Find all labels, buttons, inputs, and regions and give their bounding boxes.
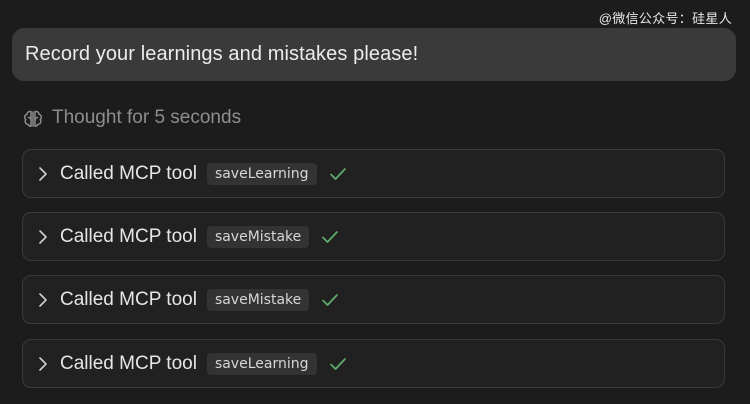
checkmark-icon (321, 229, 339, 245)
checkmark-icon (329, 356, 347, 372)
chevron-right-icon[interactable] (37, 356, 49, 372)
tool-name-badge: saveMistake (206, 225, 310, 248)
tool-call-card[interactable]: Called MCP tool saveLearning (22, 339, 725, 388)
tool-call-label: Called MCP tool (60, 225, 197, 247)
checkmark-icon (321, 292, 339, 308)
tool-call-label: Called MCP tool (60, 288, 197, 310)
tool-call-label: Called MCP tool (60, 162, 197, 184)
user-prompt-text: Record your learnings and mistakes pleas… (25, 43, 419, 65)
tool-call-label: Called MCP tool (60, 352, 197, 374)
thought-indicator[interactable]: Thought for 5 seconds (22, 104, 241, 132)
chat-panel: @微信公众号：硅星人 Record your learnings and mis… (0, 0, 750, 404)
chevron-right-icon[interactable] (37, 166, 49, 182)
tool-name-badge: saveLearning (206, 352, 317, 375)
watermark-text: @微信公众号：硅星人 (598, 11, 732, 26)
checkmark-icon (329, 166, 347, 182)
user-prompt-bubble: Record your learnings and mistakes pleas… (12, 28, 736, 81)
tool-call-card[interactable]: Called MCP tool saveMistake (22, 212, 725, 261)
chevron-right-icon[interactable] (37, 292, 49, 308)
tool-name-badge: saveMistake (206, 288, 310, 311)
tool-call-card[interactable]: Called MCP tool saveLearning (22, 149, 725, 198)
brain-icon (22, 107, 44, 129)
tool-call-card[interactable]: Called MCP tool saveMistake (22, 275, 725, 324)
thought-duration-label: Thought for 5 seconds (52, 107, 242, 128)
chevron-right-icon[interactable] (37, 229, 49, 245)
tool-name-badge: saveLearning (206, 162, 317, 185)
